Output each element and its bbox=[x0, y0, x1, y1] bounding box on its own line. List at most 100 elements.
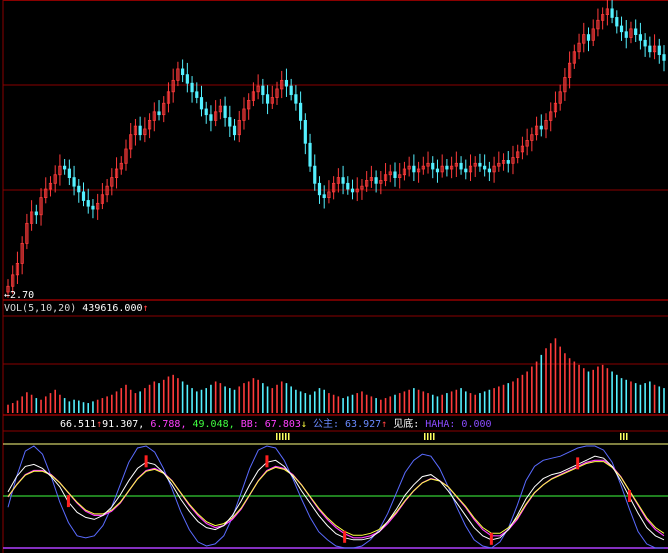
ind-a2: ↓ bbox=[300, 419, 307, 430]
cross-marker bbox=[627, 490, 631, 502]
candle-body bbox=[317, 182, 322, 196]
ind-v4: 49.048, bbox=[192, 419, 235, 430]
signal-tick bbox=[427, 433, 429, 440]
signal-tick bbox=[626, 433, 628, 440]
candle-body bbox=[350, 188, 355, 193]
candle-body bbox=[91, 205, 95, 210]
candle-body bbox=[190, 82, 194, 93]
candle-body bbox=[506, 160, 510, 164]
candle-body bbox=[284, 79, 289, 87]
candle-body bbox=[610, 8, 614, 18]
candle-body bbox=[81, 191, 86, 201]
jd-label: 见底: bbox=[393, 419, 420, 430]
bb-label: BB: bbox=[240, 419, 259, 430]
candle-body bbox=[341, 177, 345, 184]
volume-title: VOL(5,10,20) bbox=[4, 303, 77, 314]
cross-marker bbox=[489, 532, 493, 545]
candle-body bbox=[643, 39, 647, 47]
candle-body bbox=[195, 91, 199, 98]
osc-b-line bbox=[7, 445, 664, 549]
volume-header: VOL(5,10,20) 439616.000↑ bbox=[4, 303, 149, 315]
haha-value: 0.000 bbox=[461, 419, 492, 430]
chart-stage: ←2.70 VOL(5,10,20) 439616.000↑ 66.511↑91… bbox=[0, 0, 668, 553]
candle-body bbox=[662, 54, 666, 61]
indicator-header: 66.511 ↑ 91.307, 6.788, 49.048, BB: 67.803… bbox=[60, 419, 492, 431]
candle-body bbox=[657, 45, 661, 56]
candle-body bbox=[346, 182, 350, 190]
candle-body bbox=[539, 125, 543, 130]
candle-body bbox=[374, 177, 378, 184]
signal-tick bbox=[433, 433, 435, 440]
signal-tick bbox=[623, 433, 625, 440]
candle-body bbox=[586, 34, 591, 41]
candle-body bbox=[435, 168, 440, 173]
candle-body bbox=[445, 165, 449, 170]
cross-marker bbox=[66, 495, 70, 508]
candle-body bbox=[185, 74, 189, 84]
signal-tick bbox=[285, 433, 287, 440]
signal-tick bbox=[430, 433, 432, 440]
cross-marker bbox=[265, 455, 269, 468]
candle-body bbox=[199, 97, 204, 110]
candle-body bbox=[223, 105, 227, 118]
cross-marker bbox=[576, 457, 580, 470]
signal-tick bbox=[288, 433, 290, 440]
ind-v1: 66.511 bbox=[60, 419, 97, 430]
volume-arrow: ↑ bbox=[142, 303, 149, 314]
candle-body bbox=[313, 165, 317, 184]
candle-body bbox=[138, 125, 142, 136]
candle-body bbox=[265, 94, 270, 104]
candle-body bbox=[412, 165, 416, 173]
ind-a3: ↑ bbox=[381, 419, 388, 430]
cross-marker bbox=[144, 455, 148, 468]
candle-body bbox=[303, 120, 307, 144]
candle-body bbox=[294, 94, 298, 104]
candle-body bbox=[478, 162, 482, 167]
candle-body bbox=[261, 85, 265, 96]
candle-body bbox=[77, 185, 81, 193]
candle-body bbox=[483, 165, 487, 170]
candle-body bbox=[634, 28, 638, 35]
haha-label: HAHA: bbox=[425, 419, 456, 430]
candle-body bbox=[289, 85, 293, 96]
cross-marker bbox=[343, 530, 347, 543]
signal-tick bbox=[282, 433, 284, 440]
bb-value: 67.803 bbox=[264, 419, 301, 430]
candle-body bbox=[487, 168, 491, 173]
candle-body bbox=[648, 45, 652, 53]
gz-label: 公主: bbox=[312, 419, 339, 430]
candle-body bbox=[459, 162, 463, 170]
candle-body bbox=[615, 17, 619, 27]
ind-v3: 6.788, bbox=[150, 419, 187, 430]
candle-body bbox=[63, 165, 67, 170]
signal-tick bbox=[424, 433, 426, 440]
volume-value: 439616.000 bbox=[82, 303, 143, 314]
candle-body bbox=[638, 34, 643, 41]
candle-body bbox=[393, 171, 397, 179]
signal-tick bbox=[276, 433, 278, 440]
candle-body bbox=[299, 102, 303, 121]
candle-body bbox=[624, 31, 628, 38]
candle-body bbox=[209, 114, 213, 121]
candle-body bbox=[157, 111, 161, 116]
candle-body bbox=[232, 125, 237, 136]
price-low-label: ←2.70 bbox=[4, 290, 35, 301]
candle-body bbox=[72, 177, 76, 187]
candle-body bbox=[431, 162, 435, 170]
candle-body bbox=[322, 194, 326, 199]
candle-body bbox=[204, 108, 208, 116]
ind-v2: 91.307, bbox=[102, 419, 145, 430]
candle-body bbox=[228, 117, 232, 127]
candle-body bbox=[34, 211, 38, 216]
candle-body bbox=[181, 68, 185, 76]
candle-body bbox=[619, 25, 624, 33]
candle-body bbox=[308, 142, 312, 167]
candle-body bbox=[67, 168, 71, 179]
stock-chart[interactable] bbox=[0, 0, 668, 553]
osc-d-line bbox=[7, 461, 665, 536]
signal-tick bbox=[279, 433, 281, 440]
signal-tick bbox=[620, 433, 622, 440]
candle-body bbox=[86, 200, 90, 207]
gz-value: 63.927 bbox=[345, 419, 382, 430]
candle-body bbox=[464, 168, 468, 173]
